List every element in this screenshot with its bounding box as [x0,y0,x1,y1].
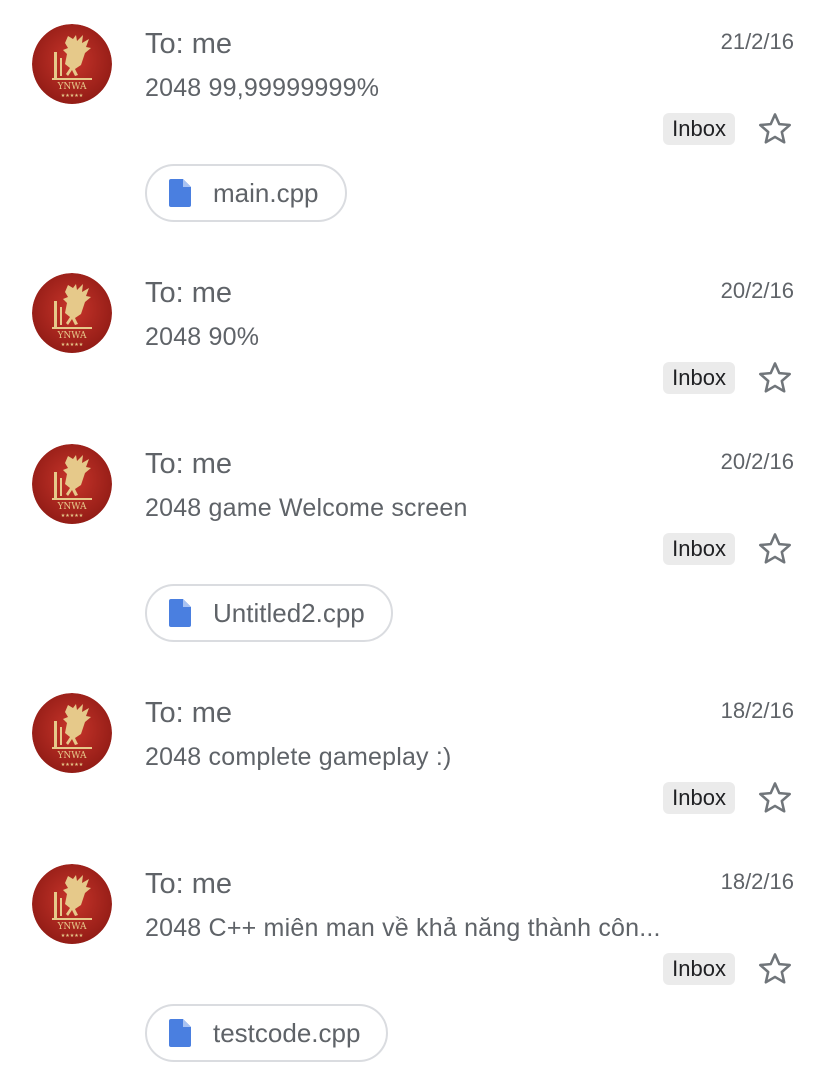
sender-avatar[interactable]: YNWA ★★★★★ [32,693,112,773]
inbox-label-badge: Inbox [663,113,735,145]
inbox-label-badge: Inbox [663,362,735,394]
attachment-filename: main.cpp [213,178,319,208]
svg-text:★★★★★: ★★★★★ [61,933,84,939]
svg-text:YNWA: YNWA [56,82,87,92]
liverbird-crest-icon: YNWA ★★★★★ [32,693,112,773]
email-date: 20/2/16 [720,449,794,474]
sender-avatar[interactable]: YNWA ★★★★★ [32,864,112,944]
svg-text:★★★★★: ★★★★★ [61,342,84,348]
inbox-label-badge: Inbox [663,953,735,985]
attachment-chip[interactable]: main.cpp [145,164,347,222]
svg-text:★★★★★: ★★★★★ [61,513,84,519]
sender-avatar[interactable]: YNWA ★★★★★ [32,273,112,353]
email-date: 18/2/16 [720,698,794,723]
recipient-label: To: me [145,28,233,60]
email-date: 21/2/16 [720,29,794,54]
document-file-icon [169,179,191,207]
star-icon[interactable] [756,110,794,148]
inbox-label-badge: Inbox [663,533,735,565]
attachment-filename: testcode.cpp [213,1018,361,1048]
email-row[interactable]: YNWA ★★★★★ To: me 20/2/16 2048 90% Inbox [0,249,828,419]
email-subject: 2048 game Welcome screen [145,494,468,522]
sender-avatar[interactable]: YNWA ★★★★★ [32,444,112,524]
star-icon[interactable] [756,950,794,988]
attachment-filename: Untitled2.cpp [213,598,365,628]
liverbird-crest-icon: YNWA ★★★★★ [32,864,112,944]
svg-text:YNWA: YNWA [56,331,87,341]
liverbird-crest-icon: YNWA ★★★★★ [32,24,112,104]
email-subject: 2048 90% [145,323,260,351]
email-date: 18/2/16 [720,869,794,894]
email-list: YNWA ★★★★★ To: me 21/2/16 2048 99,999999… [0,0,828,1081]
svg-text:★★★★★: ★★★★★ [61,93,84,99]
svg-text:YNWA: YNWA [56,751,87,761]
liverbird-crest-icon: YNWA ★★★★★ [32,444,112,524]
email-date: 20/2/16 [720,278,794,303]
email-subject: 2048 C++ miên man về khả năng thành côn.… [145,914,661,942]
svg-text:★★★★★: ★★★★★ [61,762,84,768]
email-row[interactable]: YNWA ★★★★★ To: me 20/2/16 2048 game Welc… [0,420,828,670]
inbox-label-badge: Inbox [663,782,735,814]
svg-text:YNWA: YNWA [56,922,87,932]
star-icon[interactable] [756,359,794,397]
svg-text:YNWA: YNWA [56,502,87,512]
attachment-chip[interactable]: testcode.cpp [145,1004,389,1062]
email-row[interactable]: YNWA ★★★★★ To: me 18/2/16 2048 C++ miên … [0,840,828,1081]
document-file-icon [169,599,191,627]
sender-avatar[interactable]: YNWA ★★★★★ [32,24,112,104]
recipient-label: To: me [145,697,233,729]
email-subject: 2048 complete gameplay :) [145,743,452,771]
liverbird-crest-icon: YNWA ★★★★★ [32,273,112,353]
recipient-label: To: me [145,277,233,309]
email-subject: 2048 99,99999999% [145,74,380,102]
star-icon[interactable] [756,779,794,817]
recipient-label: To: me [145,448,233,480]
email-row[interactable]: YNWA ★★★★★ To: me 21/2/16 2048 99,999999… [0,0,828,250]
recipient-label: To: me [145,868,233,900]
attachment-chip[interactable]: Untitled2.cpp [145,584,393,642]
star-icon[interactable] [756,530,794,568]
document-file-icon [169,1019,191,1047]
email-row[interactable]: YNWA ★★★★★ To: me 18/2/16 2048 complete … [0,669,828,839]
